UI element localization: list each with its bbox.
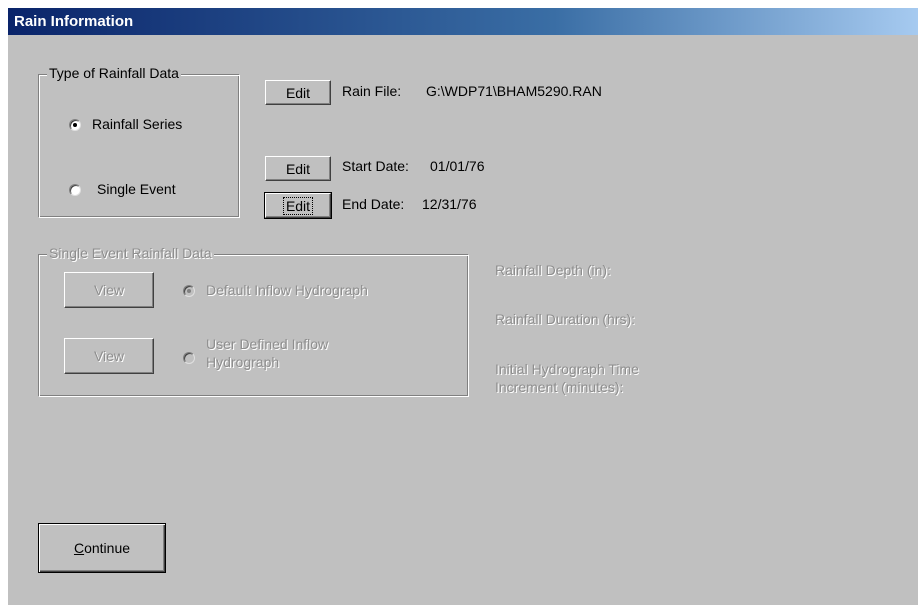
single-event-label[interactable]: Single Event [97,181,176,197]
rainfall-type-legend: Type of Rainfall Data [47,65,181,81]
single-event-radio[interactable] [69,184,81,196]
view-default-hydrograph-button[interactable]: View [64,272,154,308]
default-inflow-radio[interactable] [183,285,195,297]
start-date-value: 01/01/76 [430,158,485,174]
single-event-legend: Single Event Rainfall Data [47,245,214,261]
start-date-label: Start Date: [342,158,409,174]
rainfall-depth-label: Rainfall Depth (in): [495,262,611,278]
window-title: Rain Information [14,13,134,30]
end-date-label: End Date: [342,196,405,212]
hydrograph-increment-label-line2: Increment (minutes): [495,379,624,395]
edit-start-date-button[interactable]: Edit [265,156,331,181]
hydrograph-increment-label-line1: Initial Hydrograph Time [495,361,639,377]
continue-label: ontinue [84,540,131,556]
view-user-hydrograph-button[interactable]: View [64,338,154,374]
continue-button[interactable]: Continue [38,523,166,573]
rainfall-series-radio[interactable] [69,119,81,131]
user-defined-inflow-radio[interactable] [183,352,195,364]
rainfall-series-label[interactable]: Rainfall Series [92,116,182,132]
single-event-group: Single Event Rainfall Data View Default … [38,245,469,397]
title-bar[interactable]: Rain Information [8,8,918,35]
user-defined-inflow-label-line2[interactable]: Hydrograph [206,354,279,370]
continue-accelerator: C [73,540,85,556]
default-inflow-label[interactable]: Default Inflow Hydrograph [206,282,368,298]
end-date-value: 12/31/76 [422,196,477,212]
rainfall-duration-label: Rainfall Duration (hrs): [495,311,636,327]
rainfall-type-group: Type of Rainfall Data Rainfall Series Si… [38,65,240,218]
edit-rain-file-button[interactable]: Edit [265,80,331,105]
rain-information-window: Rain Information Type of Rainfall Data R… [8,8,918,605]
rain-file-label: Rain File: [342,83,402,99]
rain-file-value: G:\WDP71\BHAM5290.RAN [426,83,602,99]
user-defined-inflow-label-line1[interactable]: User Defined Inflow [206,336,328,352]
edit-end-date-button[interactable]: Edit [264,192,332,219]
